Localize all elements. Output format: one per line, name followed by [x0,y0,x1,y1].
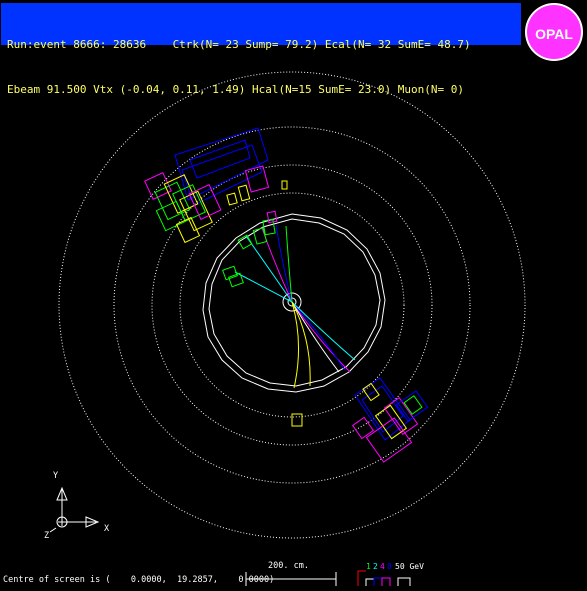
ecal-block [179,190,213,232]
jet-chamber-inner [208,218,381,387]
ecal-block [291,413,303,427]
opal-logo: OPAL [525,3,583,61]
hcal-outer-outline [113,126,471,484]
z-axis-label: Z [44,531,50,541]
hcal-inner-outline [151,164,433,446]
track [234,271,293,303]
scale-label: 200. cm. [268,561,309,571]
energy-legend-2: 2 [373,562,378,571]
opal-logo-text: OPAL [535,26,573,42]
ecal-block [281,180,288,190]
hcal-tower [189,139,251,179]
axes-indicator [49,486,100,533]
x-axis-label: X [104,524,110,534]
ecal-block [403,395,423,415]
screen-centre-readout: Centre of screen is ( 0.0000, 19.2857, 0… [3,575,275,585]
ecal-block [244,165,270,193]
muon-chamber-outline [58,71,526,539]
ecal-cluster [228,272,244,288]
ecal-block [383,397,419,435]
track [291,301,346,371]
event-info-line-2: Ebeam 91.500 Vtx (-0.04, 0.11, 1.49) Hca… [7,83,464,96]
ecal-block [226,192,238,206]
ecal-cluster [222,265,238,281]
ecal-block [155,200,187,232]
y-axis-label: Y [53,471,59,481]
energy-legend-bars [357,570,411,586]
energy-legend-4: 4 [380,562,385,571]
ecal-block [237,184,251,202]
energy-legend-1: 1 [366,562,371,571]
ecal-block [188,183,222,221]
energy-legend-8: 8 [387,562,392,571]
jet-chamber-outer [202,213,386,393]
event-info-header: Run:event 8666: 28636 Ctrk(N= 23 Sump= 7… [1,3,521,96]
energy-legend-50gev: 50 GeV [395,562,424,571]
ecal-cluster [266,210,278,224]
ecal-block [144,172,172,200]
event-info-line-1: Run:event 8666: 28636 Ctrk(N= 23 Sump= 7… [7,38,471,51]
